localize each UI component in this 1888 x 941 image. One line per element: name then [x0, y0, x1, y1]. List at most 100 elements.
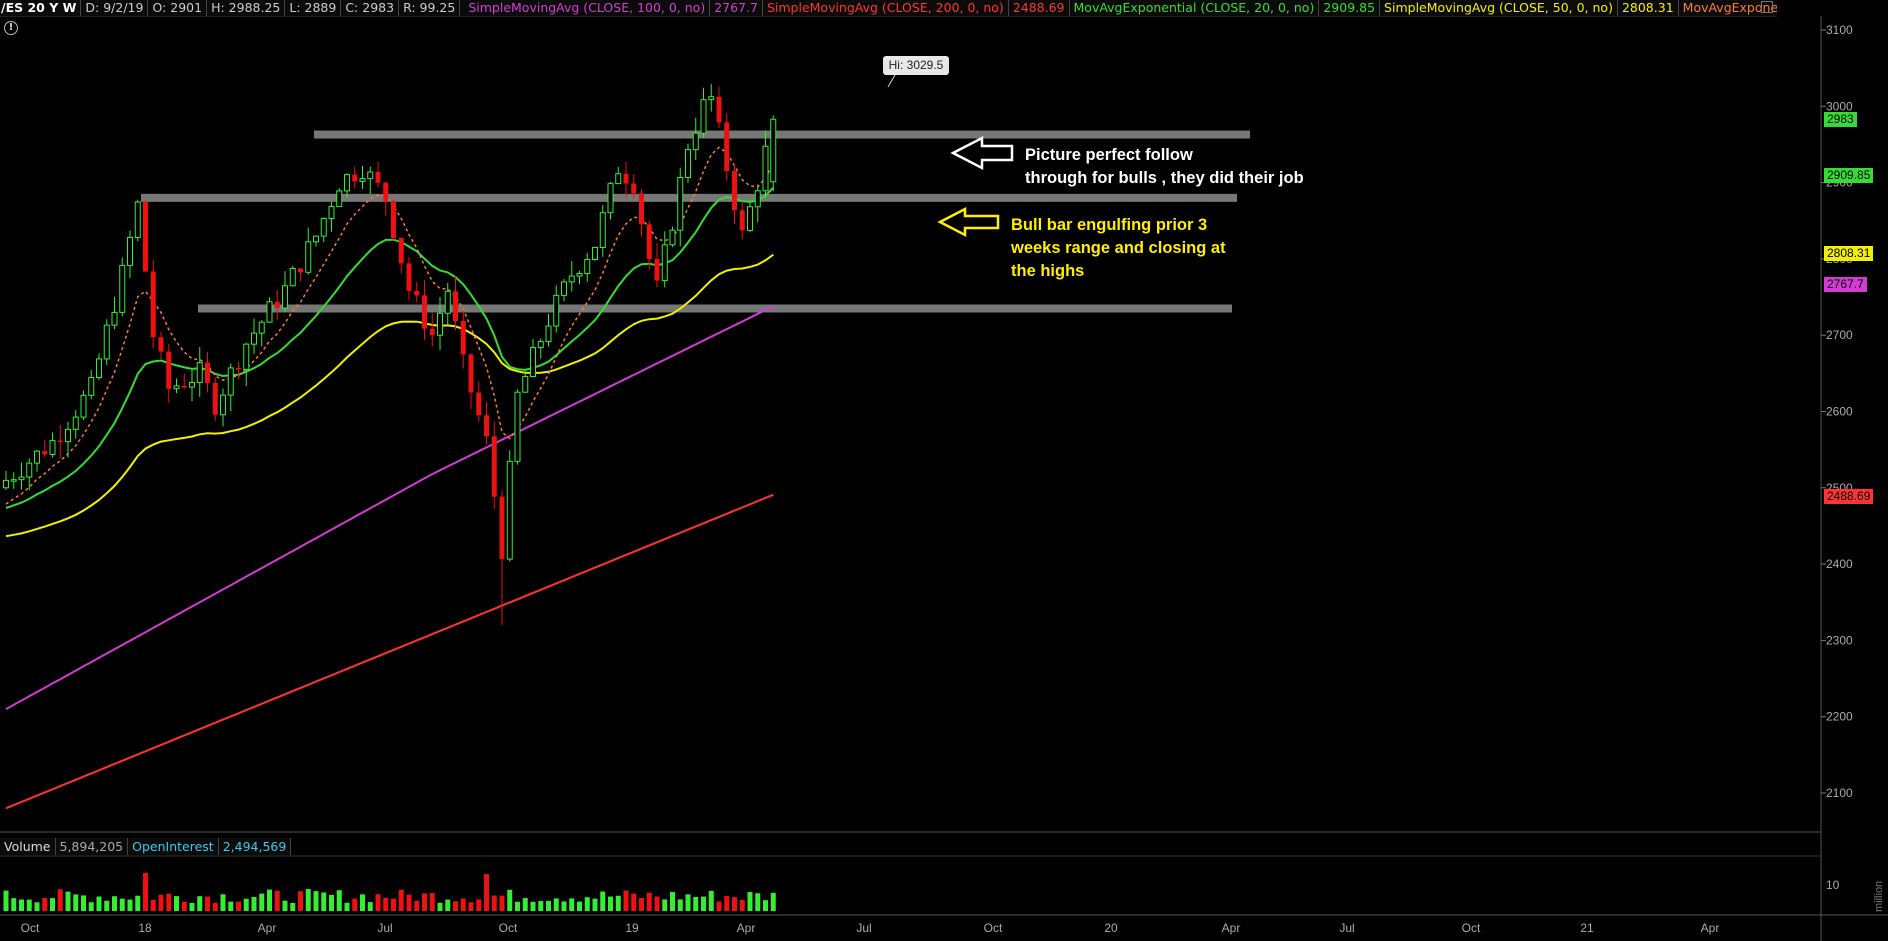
- price-chart[interactable]: 3100300029002800270026002500240023002200…: [0, 0, 1888, 941]
- candle-body: [166, 351, 172, 389]
- candle-body: [282, 285, 288, 309]
- candle-body: [607, 183, 614, 214]
- x-tick-label: Oct: [21, 921, 40, 935]
- volume-value: 5,894,205: [56, 838, 129, 855]
- price-badge: 2488.69: [1824, 489, 1874, 505]
- chart-header: /ES 20 Y W D: 9/2/19 O: 2901 H: 2988.25 L: 2…: [0, 0, 1777, 17]
- candle-body: [770, 118, 777, 183]
- volume-bar: [577, 901, 582, 911]
- volume-bar: [166, 893, 172, 911]
- level-band: [198, 304, 1232, 313]
- candle-body: [258, 321, 265, 334]
- volume-bar: [212, 902, 218, 911]
- study-label[interactable]: SimpleMovingAvg (CLOSE, 50, 0, no): [1380, 0, 1618, 16]
- candle-body: [352, 174, 358, 182]
- candle-body: [220, 394, 226, 416]
- volume-bar: [398, 889, 404, 911]
- volume-bar: [57, 889, 63, 911]
- candle-body: [429, 328, 435, 336]
- candle-body: [158, 337, 164, 352]
- study-label[interactable]: MovAvgExponential (CLOSE, 20, 0, no): [1070, 0, 1320, 16]
- candle-body: [592, 247, 598, 261]
- candle-body: [576, 272, 583, 277]
- candle-body: [506, 460, 513, 560]
- level-band: [314, 130, 1250, 139]
- volume-bar: [747, 892, 753, 911]
- volume-bar: [615, 895, 621, 911]
- candle-body: [3, 479, 9, 489]
- bar-close: C: 2983: [341, 0, 400, 16]
- volume-bar: [530, 901, 536, 911]
- volume-bar: [321, 892, 327, 911]
- volume-bar: [150, 899, 156, 911]
- info-icon[interactable]: !: [4, 21, 18, 35]
- volume-bar: [476, 899, 482, 911]
- candle-body: [119, 264, 126, 313]
- candle-body: [522, 376, 529, 393]
- candle-body: [336, 190, 343, 208]
- volume-bar: [313, 891, 319, 911]
- candle-body: [134, 201, 141, 238]
- x-tick-label: Oct: [1462, 921, 1481, 935]
- candle-body: [615, 173, 622, 185]
- volume-bar: [383, 897, 389, 911]
- candle-body: [747, 206, 753, 231]
- candle-body: [669, 229, 676, 246]
- volume-bar: [290, 902, 296, 911]
- candle-body: [692, 132, 699, 151]
- volume-bar: [677, 899, 683, 911]
- bar-high: H: 2988.25: [207, 0, 286, 16]
- candle-body: [103, 324, 110, 360]
- candle-body: [72, 416, 79, 430]
- volume-bar: [414, 900, 420, 911]
- candle-body: [468, 354, 474, 393]
- candle-body: [514, 391, 521, 462]
- bar-low: L: 2889: [285, 0, 342, 16]
- volume-bar: [228, 901, 234, 911]
- ema20-line: [5, 186, 775, 509]
- study-label[interactable]: SimpleMovingAvg (CLOSE, 200, 0, no): [763, 0, 1009, 16]
- candle-body: [545, 325, 552, 343]
- volume-bar: [561, 901, 567, 911]
- study-label[interactable]: SimpleMovingAvg (CLOSE, 100, 0, no): [464, 0, 711, 16]
- volume-bar: [522, 898, 528, 911]
- candle-body: [422, 295, 427, 329]
- candle-body: [266, 301, 273, 323]
- candle-body: [716, 96, 722, 123]
- volume-bar: [158, 894, 164, 911]
- volume-bar: [507, 889, 513, 911]
- volume-bar: [701, 896, 706, 911]
- volume-bar: [367, 902, 373, 911]
- volume-bar: [251, 896, 257, 911]
- x-tick-label: Jul: [856, 921, 871, 935]
- volume-bar: [243, 898, 249, 911]
- volume-bar: [42, 898, 48, 911]
- x-tick-label: Apr: [737, 921, 756, 935]
- bar-range: R: 99.25: [399, 0, 461, 16]
- x-tick-label: 18: [138, 921, 152, 935]
- volume-bar: [11, 898, 17, 911]
- volume-bar: [646, 892, 652, 911]
- x-tick-label: Apr: [1701, 921, 1720, 935]
- header-checkbox[interactable]: [1761, 1, 1773, 13]
- volume-bar: [422, 893, 427, 911]
- volume-bar: [569, 898, 575, 911]
- candle-body: [212, 382, 218, 415]
- volume-bar: [608, 896, 613, 911]
- volume-bar: [468, 902, 474, 911]
- candle-body: [173, 385, 180, 390]
- candle-body: [383, 182, 389, 202]
- candle-body: [274, 301, 280, 309]
- volume-bar: [484, 874, 489, 911]
- sma100-line: [5, 305, 774, 710]
- x-tick-label: Apr: [258, 921, 277, 935]
- symbol-label[interactable]: /ES 20 Y W: [0, 0, 82, 16]
- volume-bar: [584, 897, 590, 911]
- volume-bar: [50, 898, 55, 911]
- study-value: 2767.7: [710, 0, 763, 16]
- x-tick-label: 19: [625, 921, 639, 935]
- candle-body: [724, 122, 730, 172]
- volume-bar: [375, 894, 381, 911]
- candle-body: [57, 440, 63, 443]
- candle-body: [34, 450, 40, 464]
